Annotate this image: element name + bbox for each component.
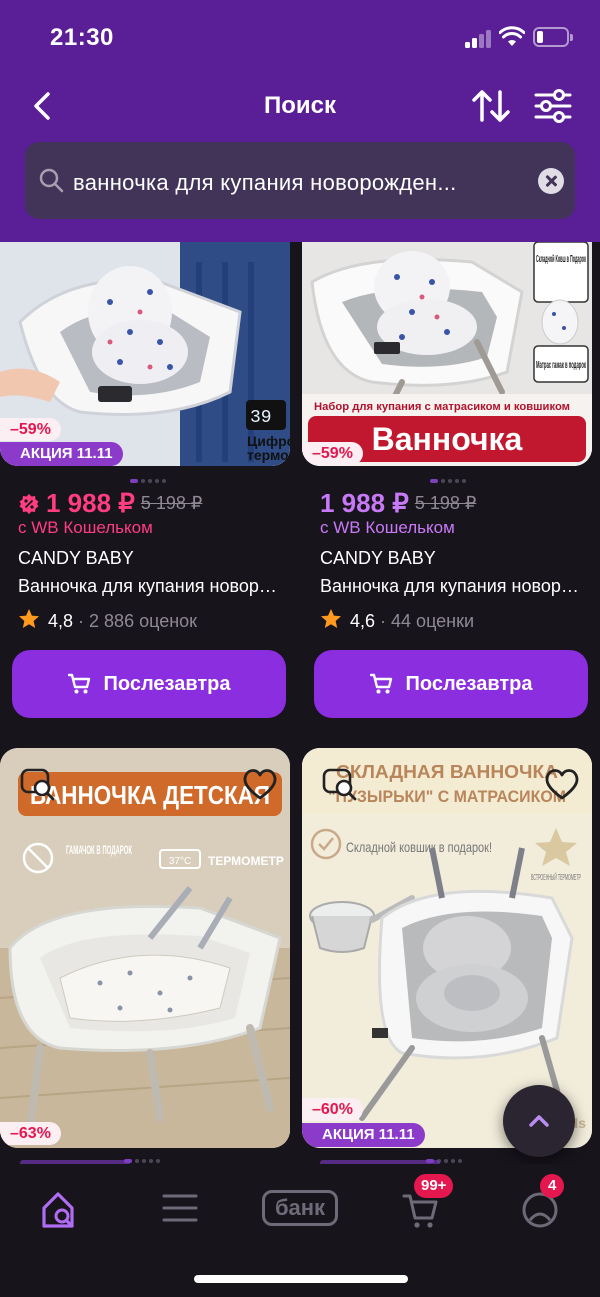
product-card[interactable]: Складной Ковш в Подарок Матрас гамак в п… xyxy=(302,242,592,732)
delivery-label: Послезавтра xyxy=(103,673,231,695)
cart-count-badge: 99+ xyxy=(414,1174,454,1198)
image-banner: ВАННОЧКА ДЕТСКАЯ xyxy=(30,780,270,810)
image-feature: ГАМАЧОК В ПОДАРОК xyxy=(66,843,132,857)
rating: 4,8 · 2 886 оценок xyxy=(18,608,197,632)
discount-badge: –60% xyxy=(302,1098,363,1121)
rating-value: 4,6 xyxy=(350,611,376,631)
add-to-cart-button[interactable]: Послезавтра xyxy=(12,650,286,718)
delivery-label: Послезавтра xyxy=(405,673,533,695)
thermo-badge: 37°C xyxy=(169,856,191,867)
star-icon xyxy=(321,609,341,628)
product-card[interactable]: ВАННОЧКА ДЕТСКАЯ ГАМАЧОК В ПОДАРОК 37°C … xyxy=(0,748,290,1164)
image-pagination xyxy=(430,470,470,483)
catalog-menu-icon[interactable] xyxy=(150,1186,210,1230)
image-feature: ВСТРОЕННЫЙ ТЕРМОМЕТР xyxy=(531,873,581,882)
old-price: 5 198 ₽ xyxy=(140,493,203,513)
thermo-readout: 39 xyxy=(250,408,272,428)
image-side-caption: Складной Ковш в Подарок xyxy=(536,254,586,265)
discount-badge: –59% xyxy=(0,418,61,441)
product-name[interactable]: Ванночка для купания новорожденных xyxy=(18,576,284,597)
bank-label: банк xyxy=(262,1190,338,1226)
price: 1 988 ₽ xyxy=(46,488,135,518)
image-side-caption: Матрас гамак в подарок xyxy=(536,360,586,371)
price-row: 1 988 ₽5 198 ₽ xyxy=(18,488,202,518)
star-icon xyxy=(19,609,39,628)
scroll-to-top-button[interactable] xyxy=(503,1085,575,1157)
sort-icon[interactable] xyxy=(470,86,512,126)
price-row: 1 988 ₽5 198 ₽ xyxy=(320,488,476,518)
product-card[interactable]: 39 Цифро термо –59% АКЦИЯ 11.11 1 988 ₽5… xyxy=(0,242,290,732)
wallet-label: с WB Кошельком xyxy=(18,518,153,537)
image-feature: Складной ковшик в подарок! xyxy=(346,839,492,855)
battery-icon xyxy=(533,27,573,47)
cart-tab[interactable]: 99+ xyxy=(390,1174,454,1230)
image-pagination xyxy=(426,1150,466,1163)
profile-tab[interactable]: 4 xyxy=(510,1174,570,1230)
rating-value: 4,8 xyxy=(48,611,74,631)
favorite-heart-icon[interactable] xyxy=(240,764,280,804)
brand: CANDY BABY xyxy=(18,548,134,568)
percent-badge-icon xyxy=(19,493,39,514)
signal-icon xyxy=(465,30,493,48)
product-photo: Складной Ковш в Подарок Матрас гамак в п… xyxy=(302,242,592,466)
image-pagination xyxy=(124,1150,164,1163)
product-photo: ВАННОЧКА ДЕТСКАЯ ГАМАЧОК В ПОДАРОК 37°C … xyxy=(0,748,290,1148)
home-search-icon[interactable] xyxy=(32,1186,92,1230)
promo-badge: АКЦИЯ 11.11 xyxy=(0,442,123,466)
image-feature: ТЕРМОМЕТР xyxy=(208,854,284,868)
wifi-icon xyxy=(499,26,525,46)
chevron-up-icon xyxy=(529,1115,549,1127)
nav-bar: Поиск xyxy=(0,76,600,136)
rating: 4,6 · 44 оценки xyxy=(320,608,474,632)
brand: CANDY BABY xyxy=(320,548,436,568)
wallet-label: с WB Кошельком xyxy=(320,518,455,537)
image-caption: термо xyxy=(247,447,289,463)
find-similar-icon[interactable] xyxy=(18,764,58,804)
clear-search-icon[interactable] xyxy=(538,168,564,194)
image-subtitle: Набор для купания с матрасиком и ковшико… xyxy=(314,401,570,413)
product-name[interactable]: Ванночка для купания новорожденных xyxy=(320,576,586,597)
bank-tab[interactable]: банк xyxy=(258,1186,342,1230)
product-image[interactable]: ВАННОЧКА ДЕТСКАЯ ГАМАЧОК В ПОДАРОК 37°C … xyxy=(0,748,290,1148)
price: 1 988 ₽ xyxy=(320,488,409,518)
filter-icon[interactable] xyxy=(532,86,574,126)
home-indicator xyxy=(194,1275,408,1283)
add-to-cart-button[interactable]: Послезавтра xyxy=(314,650,588,718)
app-header: 21:30 Поиск ванночка для купания новорож… xyxy=(0,0,600,242)
cart-icon xyxy=(67,673,90,694)
discount-badge: –63% xyxy=(0,1122,61,1145)
product-image[interactable]: 39 Цифро термо –59% АКЦИЯ 11.11 xyxy=(0,242,290,466)
status-bar: 21:30 xyxy=(0,0,600,76)
reviews-count: 44 оценки xyxy=(391,611,475,631)
old-price: 5 198 ₽ xyxy=(414,493,477,513)
promo-badge: АКЦИЯ 11.11 xyxy=(302,1123,425,1147)
reviews-count: 2 886 оценок xyxy=(89,611,198,631)
image-banner: "ПУЗЫРЬКИ" С МАТРАСИКОМ xyxy=(328,787,566,806)
product-image[interactable]: Складной Ковш в Подарок Матрас гамак в п… xyxy=(302,242,592,466)
find-similar-icon[interactable] xyxy=(320,764,360,804)
image-pagination xyxy=(130,470,170,483)
favorite-heart-icon[interactable] xyxy=(542,764,582,804)
discount-badge: –59% xyxy=(302,442,363,465)
status-time: 21:30 xyxy=(50,24,114,51)
search-icon xyxy=(39,168,64,193)
image-banner: СКЛАДНАЯ ВАННОЧКА xyxy=(336,762,558,782)
image-banner: Ванночка xyxy=(372,421,523,457)
search-bar[interactable]: ванночка для купания новорожден... xyxy=(25,142,575,219)
search-input[interactable]: ванночка для купания новорожден... xyxy=(73,170,533,196)
cart-icon xyxy=(369,673,392,694)
